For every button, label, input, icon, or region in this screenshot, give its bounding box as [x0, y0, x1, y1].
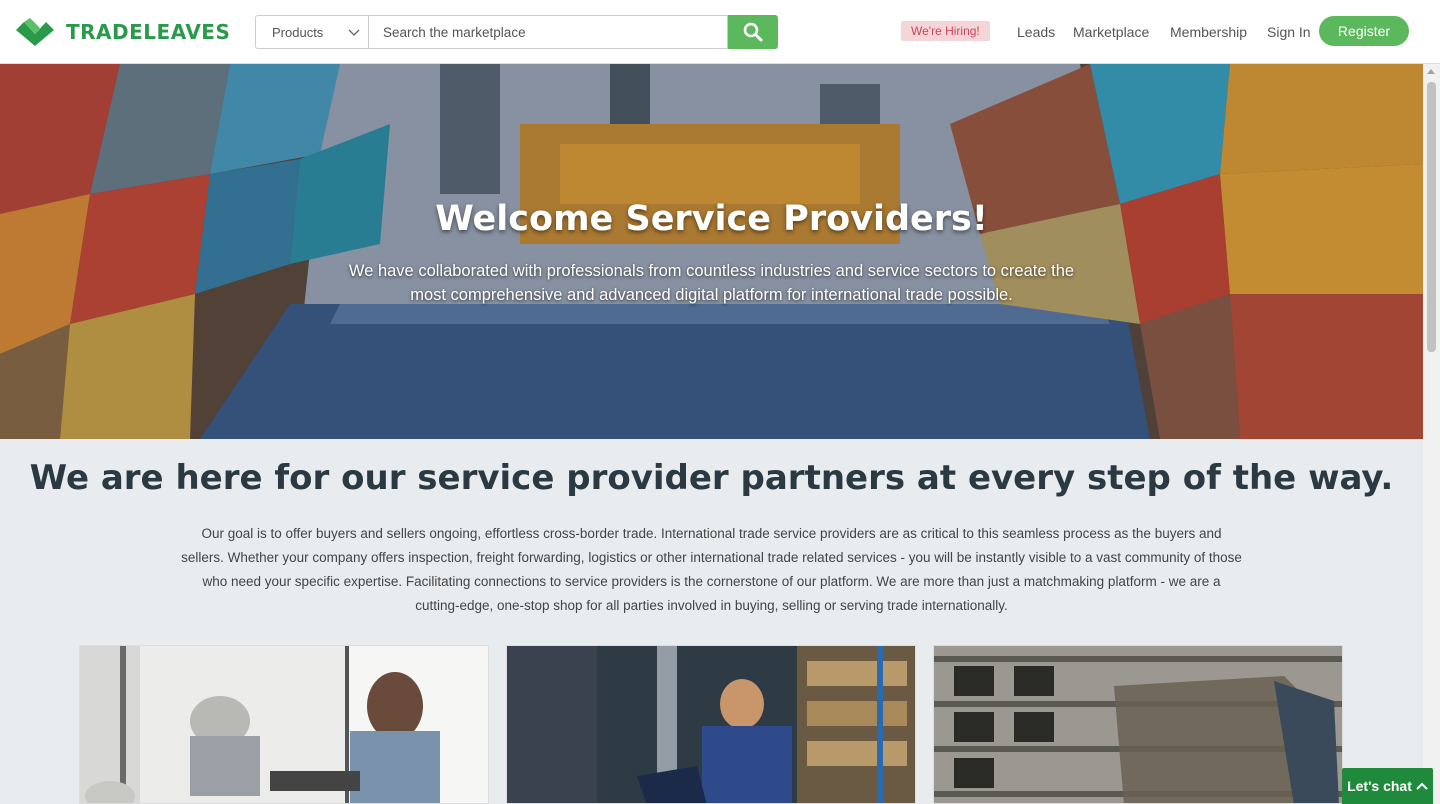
- register-button[interactable]: Register: [1319, 16, 1409, 46]
- search-button[interactable]: [728, 15, 778, 49]
- chevron-down-icon: [348, 29, 360, 36]
- hero-title: Welcome Service Providers!: [435, 199, 988, 239]
- nav-link-membership[interactable]: Membership: [1170, 24, 1247, 40]
- logo[interactable]: TRADELEAVES: [16, 16, 230, 48]
- scrollbar-thumb[interactable]: [1427, 82, 1436, 352]
- nav-link-sign-in[interactable]: Sign In: [1267, 24, 1311, 40]
- chat-button[interactable]: Let's chat: [1342, 768, 1433, 804]
- logo-text: TRADELEAVES: [66, 20, 231, 44]
- chevron-up-icon: [1416, 782, 1428, 790]
- chat-label: Let's chat: [1347, 778, 1412, 794]
- card-image-glass-building[interactable]: [933, 645, 1343, 804]
- logo-leaf-icon: [16, 18, 54, 46]
- hero-banner: Welcome Service Providers! We have colla…: [0, 64, 1423, 439]
- card-image-warehouse-worker[interactable]: [506, 645, 916, 804]
- scroll-up-arrow-icon[interactable]: [1427, 69, 1435, 74]
- search-input[interactable]: [368, 15, 728, 49]
- warehouse-worker-image: [507, 646, 915, 803]
- glass-building-image: [934, 646, 1342, 803]
- office-worker-image: [80, 646, 488, 803]
- section-body: Our goal is to offer buyers and sellers …: [181, 526, 1242, 613]
- search-category-select[interactable]: Products: [255, 15, 368, 49]
- nav-link-marketplace[interactable]: Marketplace: [1073, 24, 1149, 40]
- hero-background-image: [0, 64, 1423, 439]
- card-image-office-worker[interactable]: [79, 645, 489, 804]
- section-title: We are here for our service provider par…: [29, 458, 1394, 498]
- search-category-label: Products: [272, 24, 324, 40]
- search-icon: [743, 22, 763, 42]
- page-scrollbar[interactable]: [1423, 64, 1440, 804]
- nav-link-leads[interactable]: Leads: [1017, 24, 1055, 40]
- hiring-badge[interactable]: We're Hiring!: [901, 21, 990, 41]
- site-header: TRADELEAVES Products We're Hiring! Leads…: [0, 0, 1440, 64]
- search-bar: Products: [255, 15, 778, 49]
- hero-subtitle: We have collaborated with professionals …: [348, 262, 1075, 304]
